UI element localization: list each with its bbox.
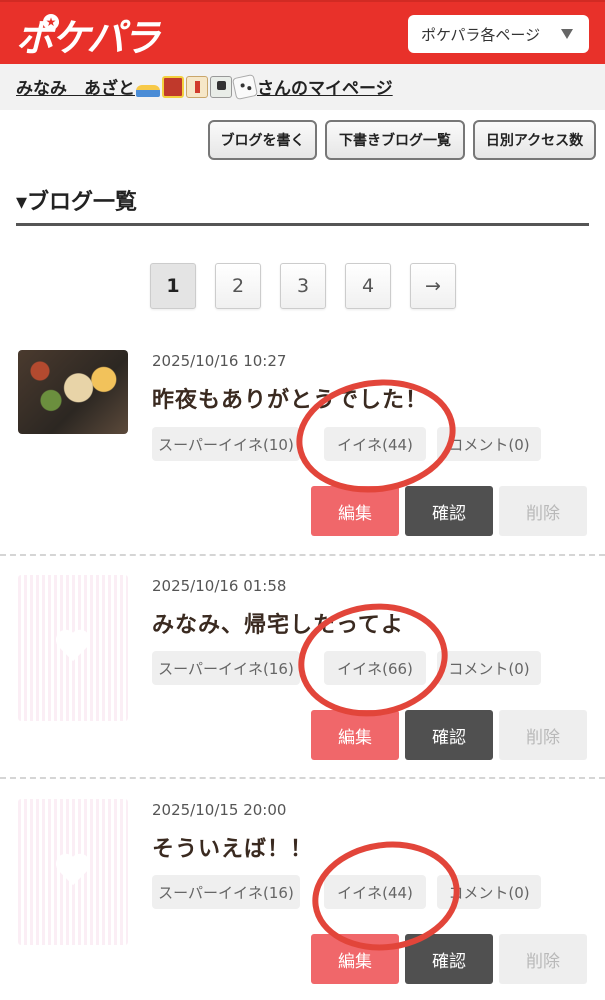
iine-count: イイネ(66) xyxy=(324,651,426,685)
boat-icon xyxy=(136,84,160,97)
blog-post-item[interactable]: 2025/10/15 20:00 そういえば！！ スーパーイイネ(16) イイネ… xyxy=(0,799,605,1000)
logo-text: ポケパラ xyxy=(16,15,160,60)
page-4-button[interactable]: 4 xyxy=(345,263,391,309)
post-title[interactable]: みなみ、帰宅したってよ xyxy=(152,607,404,639)
post-date: 2025/10/15 20:00 xyxy=(152,801,287,819)
page-2-button[interactable]: 2 xyxy=(215,263,261,309)
super-iine-count: スーパーイイネ(16) xyxy=(152,651,300,685)
delete-button[interactable]: 削除 xyxy=(499,710,587,760)
page-menu-select[interactable]: ポケパラ各ページ xyxy=(408,15,589,53)
post-title[interactable]: 昨夜もありがとうでした！ xyxy=(152,382,428,414)
delete-button[interactable]: 削除 xyxy=(499,486,587,536)
blog-list-heading: ▾ブログ一覧 xyxy=(16,190,138,215)
iine-count: イイネ(44) xyxy=(324,875,426,909)
delete-button[interactable]: 削除 xyxy=(499,934,587,984)
edit-button[interactable]: 編集 xyxy=(311,710,399,760)
comment-count: コメント(0) xyxy=(437,427,541,461)
page-1-button[interactable]: 1 xyxy=(150,263,196,309)
edit-button[interactable]: 編集 xyxy=(311,486,399,536)
edit-button[interactable]: 編集 xyxy=(311,934,399,984)
super-iine-count: スーパーイイネ(16) xyxy=(152,875,300,909)
heart-icon xyxy=(55,855,91,887)
heading-divider xyxy=(16,223,589,226)
site-header: ポケパラ ★ ポケパラ各ページ xyxy=(0,0,605,64)
draft-list-button[interactable]: 下書きブログ一覧 xyxy=(325,120,465,160)
post-date: 2025/10/16 01:58 xyxy=(152,577,287,595)
slot-machine-icon xyxy=(162,75,184,98)
super-iine-count: スーパーイイネ(10) xyxy=(152,427,300,461)
mahjong-chun-icon xyxy=(186,75,208,98)
post-title[interactable]: そういえば！！ xyxy=(152,831,313,863)
post-divider xyxy=(0,554,605,556)
comment-count: コメント(0) xyxy=(437,651,541,685)
confirm-button[interactable]: 確認 xyxy=(405,710,493,760)
post-divider xyxy=(0,777,605,779)
next-page-button[interactable]: → xyxy=(410,263,456,309)
dropdown-arrow-icon xyxy=(561,29,573,39)
user-name: みなみ あざと xyxy=(16,79,135,99)
mahjong-tile-icon xyxy=(210,75,232,98)
mypage-title-link[interactable]: みなみ あざと さんのマイページ xyxy=(16,73,393,100)
pokepara-logo[interactable]: ポケパラ ★ xyxy=(16,10,160,60)
write-blog-button[interactable]: ブログを書く xyxy=(208,120,317,160)
blog-post-item[interactable]: 2025/10/16 01:58 みなみ、帰宅したってよ スーパーイイネ(16)… xyxy=(0,575,605,795)
page-menu-label: ポケパラ各ページ xyxy=(421,25,541,44)
iine-count: イイネ(44) xyxy=(324,427,426,461)
heart-icon xyxy=(55,631,91,663)
confirm-button[interactable]: 確認 xyxy=(405,486,493,536)
post-date: 2025/10/16 10:27 xyxy=(152,352,287,370)
post-thumbnail[interactable] xyxy=(18,799,128,945)
post-thumbnail[interactable] xyxy=(18,350,128,434)
page-3-button[interactable]: 3 xyxy=(280,263,326,309)
daily-access-button[interactable]: 日別アクセス数 xyxy=(473,120,596,160)
logo-star-icon: ★ xyxy=(43,14,59,30)
mypage-suffix: さんのマイページ xyxy=(257,79,393,99)
blog-post-item[interactable]: 2025/10/16 10:27 昨夜もありがとうでした！ スーパーイイネ(10… xyxy=(0,350,605,570)
dice-icon xyxy=(231,73,259,100)
comment-count: コメント(0) xyxy=(437,875,541,909)
post-thumbnail[interactable] xyxy=(18,575,128,721)
confirm-button[interactable]: 確認 xyxy=(405,934,493,984)
